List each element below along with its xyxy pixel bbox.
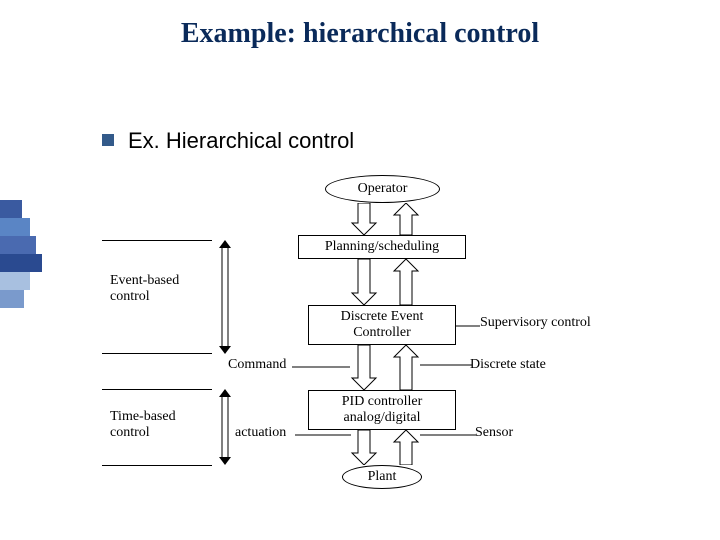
node-dec: Discrete Event Controller <box>308 305 456 345</box>
bullet-icon <box>102 134 114 146</box>
node-planning: Planning/scheduling <box>298 235 466 259</box>
label-supervisory: Supervisory control <box>480 315 591 331</box>
node-plant-label: Plant <box>368 469 397 485</box>
sidebar-stripe <box>0 200 22 218</box>
node-operator-label: Operator <box>358 181 408 197</box>
label-actuation: actuation <box>235 425 286 441</box>
sidebar-stripe <box>0 290 24 308</box>
connector-icon <box>420 432 476 438</box>
node-plant: Plant <box>342 465 422 489</box>
sidebar-stripe <box>0 254 42 272</box>
double-arrow-icon <box>218 240 232 354</box>
slide-title: Example: hierarchical control <box>0 18 720 50</box>
block-arrow-icon <box>350 430 420 465</box>
connector-icon <box>420 362 472 368</box>
label-command: Command <box>228 357 286 373</box>
bracket-line <box>102 465 212 466</box>
node-operator: Operator <box>325 175 440 203</box>
sidebar-stripe <box>0 218 30 236</box>
node-pid: PID controller analog/digital <box>308 390 456 430</box>
node-dec-label: Discrete Event Controller <box>341 309 424 341</box>
subheading: Ex. Hierarchical control <box>128 128 354 154</box>
block-arrow-icon <box>350 345 420 390</box>
node-pid-label: PID controller analog/digital <box>342 394 422 426</box>
connector-icon <box>456 323 480 329</box>
bracket-line <box>102 353 212 354</box>
block-arrow-icon <box>350 203 420 235</box>
block-arrow-icon <box>350 259 420 305</box>
connector-icon <box>295 432 351 438</box>
diagram-area: Operator Planning/scheduling Discrete Ev… <box>80 165 680 525</box>
label-event-based: Event-based control <box>110 273 179 305</box>
bracket-line <box>102 389 212 390</box>
sidebar-stripe <box>0 272 30 290</box>
sidebar-stripe <box>0 236 36 254</box>
double-arrow-icon <box>218 389 232 465</box>
decorative-sidebar <box>0 200 42 308</box>
label-sensor: Sensor <box>475 425 513 441</box>
connector-icon <box>292 364 350 370</box>
label-time-based: Time-based control <box>110 409 176 441</box>
node-planning-label: Planning/scheduling <box>325 239 439 255</box>
label-discrete-state: Discrete state <box>470 357 546 373</box>
bracket-line <box>102 240 212 241</box>
